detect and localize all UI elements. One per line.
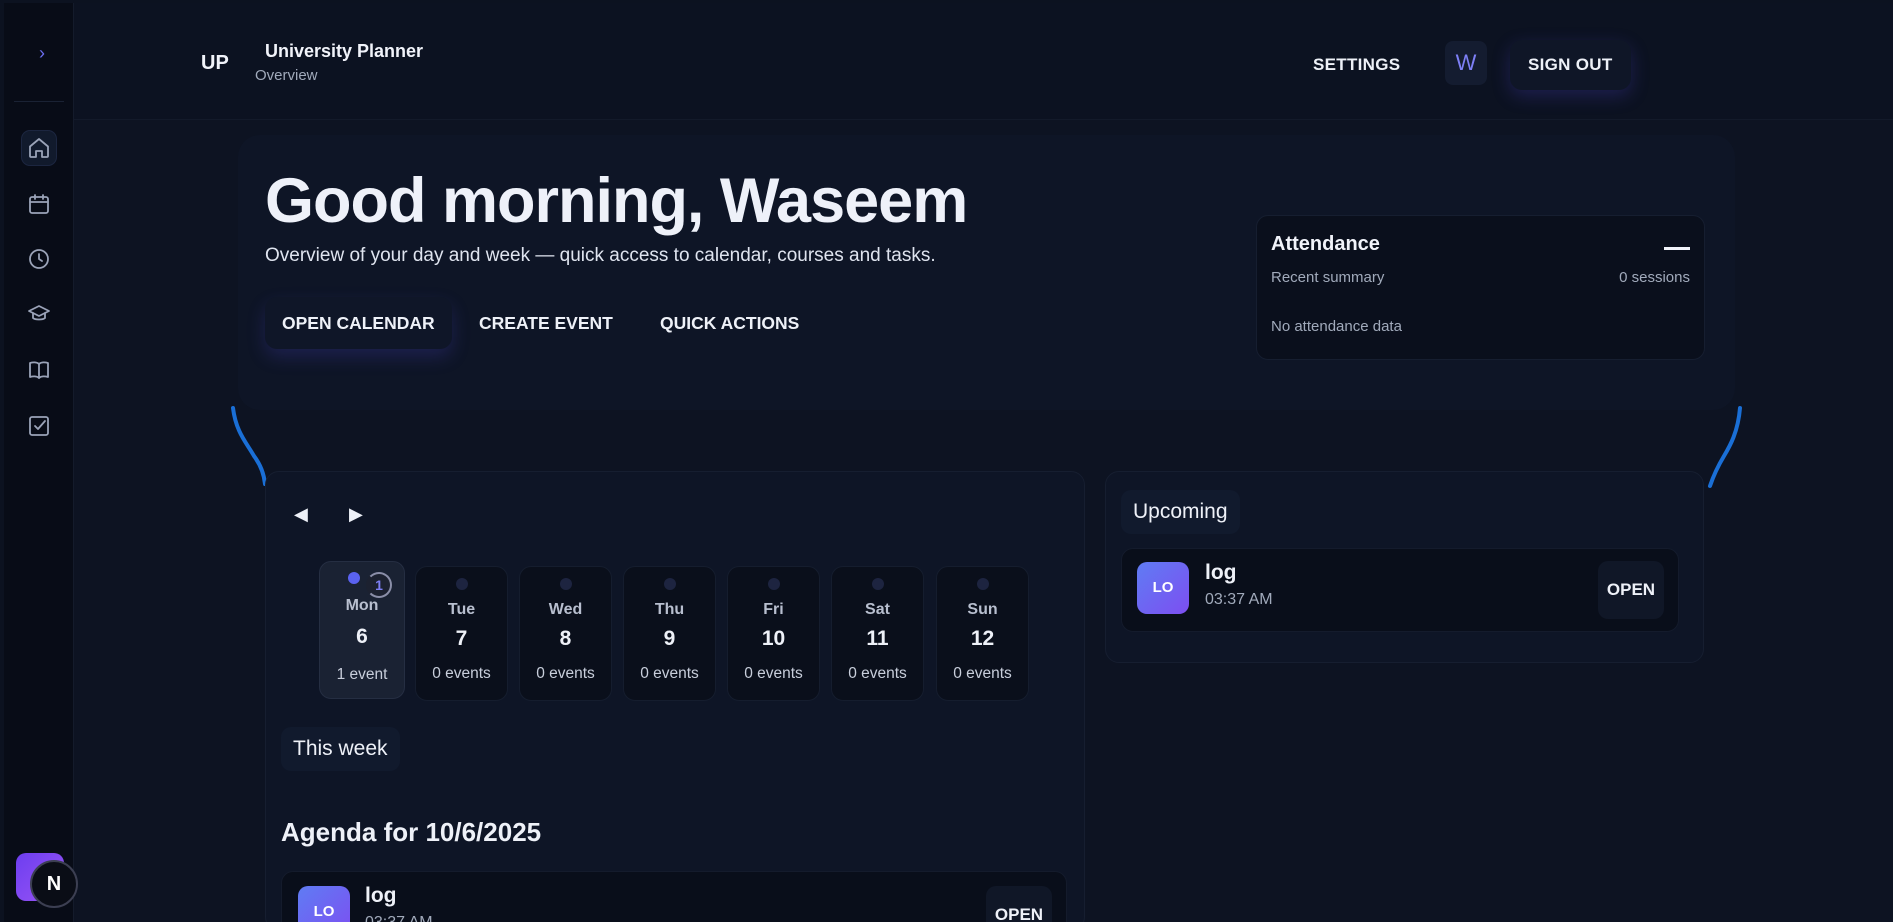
dev-badge-icon[interactable]: N [30,860,78,908]
day-number: 7 [455,627,468,650]
day-number: 9 [663,627,676,650]
sidebar-item-tasks[interactable] [22,409,56,443]
sidebar-divider [14,101,64,102]
day-dot-indicator [871,578,884,590]
day-number: 8 [559,627,572,650]
attendance-empty-text: No attendance data [1271,318,1402,335]
sidebar-item-calendar[interactable] [22,187,56,221]
agenda-title: Agenda for 10/6/2025 [281,817,542,847]
book-icon [29,361,49,379]
clock-icon [29,249,49,269]
event-count-badge: 1 [366,572,392,598]
day-event-count: 0 events [432,665,491,682]
day-name: Fri [763,601,784,618]
page-subtitle: Overview [255,67,318,84]
day-name: Tue [447,601,476,618]
attendance-card: Attendance Recent summary 0 sessions No … [1256,215,1705,360]
day-event-count: 0 events [953,665,1012,682]
day-event-count: 0 events [536,665,595,682]
day-event-count: 0 events [848,665,907,682]
day-number: 6 [356,625,368,648]
checkbox-icon [29,416,49,436]
app-logo[interactable]: UP [201,52,229,75]
next-week-arrow-icon[interactable]: ▶ [349,504,363,525]
upcoming-title: Upcoming [1121,490,1240,534]
hero-subtitle: Overview of your day and week — quick ac… [265,245,936,266]
settings-button[interactable]: SETTINGS [1295,40,1418,90]
sidebar: › N [4,3,78,922]
sidebar-item-courses[interactable] [22,297,56,331]
event-title: log [365,884,397,907]
sidebar-item-books[interactable] [22,353,56,387]
day-card-sun[interactable]: Sun 12 0 events [936,566,1029,701]
day-number: 10 [761,627,786,650]
sidebar-item-home[interactable] [22,131,56,165]
day-card-tue[interactable]: Tue 7 0 events [415,566,508,701]
upcoming-event-row[interactable]: LO log 03:37 AM OPEN [1121,548,1679,632]
day-dot-indicator [767,578,780,590]
open-event-button[interactable]: OPEN [1598,561,1664,619]
open-event-button[interactable]: OPEN [986,886,1052,922]
quick-actions-button[interactable]: QUICK ACTIONS [643,297,816,349]
sidebar-item-schedule[interactable] [22,242,56,276]
prev-week-arrow-icon[interactable]: ◀ [294,504,308,525]
annotation-stroke-right [1708,406,1742,488]
day-name: Wed [548,601,583,618]
attendance-subtitle: Recent summary [1271,269,1385,286]
create-event-button[interactable]: CREATE EVENT [462,297,630,349]
day-name: Sun [967,601,998,618]
this-week-label: This week [281,727,400,771]
day-name: Thu [654,601,685,618]
user-avatar-button[interactable]: W [1445,41,1487,85]
day-dot-indicator [559,578,572,590]
day-card-fri[interactable]: Fri 10 0 events [727,566,820,701]
event-time: 03:37 AM [365,914,433,922]
day-dot-indicator [455,578,468,590]
day-name: Mon [345,597,379,614]
day-card-wed[interactable]: Wed 8 0 events [519,566,612,701]
attendance-sessions: 0 sessions [1619,269,1690,286]
greeting-heading: Good morning, Waseem [265,166,968,236]
day-card-mon[interactable]: 1 Mon 6 1 event [319,561,405,699]
attendance-title: Attendance [1271,233,1380,255]
day-card-thu[interactable]: Thu 9 0 events [623,566,716,701]
collapse-dash-icon[interactable] [1664,247,1690,250]
day-dot-indicator [663,578,676,590]
day-event-count: 0 events [640,665,699,682]
event-avatar: LO [298,886,350,922]
day-card-sat[interactable]: Sat 11 0 events [831,566,924,701]
graduation-cap-icon [28,305,50,321]
sign-out-button[interactable]: SIGN OUT [1510,40,1631,90]
day-number: 11 [866,627,889,650]
calendar-icon [29,194,49,214]
event-avatar: LO [1137,562,1189,614]
open-calendar-button[interactable]: OPEN CALENDAR [265,297,452,349]
day-dot-indicator [976,578,989,590]
home-icon [29,138,49,158]
day-event-count: 0 events [744,665,803,682]
day-event-count: 1 event [336,666,388,683]
app-title: University Planner [265,41,424,61]
event-title: log [1205,561,1237,584]
event-time: 03:37 AM [1205,591,1273,608]
day-number: 12 [970,627,995,650]
sidebar-toggle-chevron-icon[interactable]: › [32,43,52,63]
agenda-event-row[interactable]: LO log 03:37 AM OPEN [281,871,1067,922]
day-dot-indicator [347,572,360,584]
day-name: Sat [865,601,890,618]
